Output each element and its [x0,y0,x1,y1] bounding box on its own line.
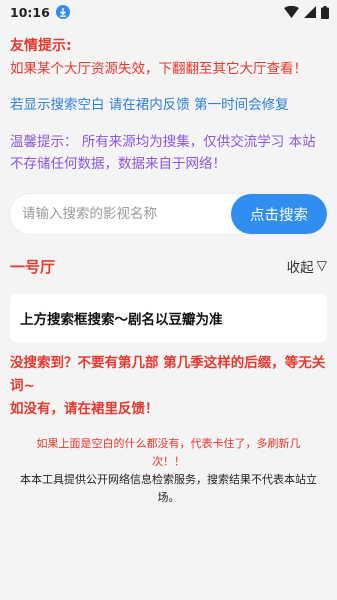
section-header: 一号厅 收起 ▽ [10,254,327,278]
status-left: 10:16 [10,5,70,20]
notice-hall-failover: 如果某个大厅资源失效，下翻翻至其它大厅查看！ [10,61,307,77]
search-button[interactable]: 点击搜索 [231,194,327,234]
main-content: 友情提示: 如果某个大厅资源失效，下翻翻至其它大厅查看！ 若显示搜索空白 请在裙… [0,36,337,507]
status-bar: 10:16 [0,0,337,24]
search-input[interactable] [10,194,231,234]
result-item-text: 上方搜索框搜索～剧名以豆瓣为准 [20,312,223,328]
result-item[interactable]: 上方搜索框搜索～剧名以豆瓣为准 [10,294,327,342]
wifi-icon [284,6,299,18]
notice-disclaimer: 温馨提示： 所有来源均为搜集，仅供交流学习 本站不存储任何数据，数据来自于网络！ [10,134,316,172]
collapse-toggle[interactable]: 收起 ▽ [287,256,327,276]
tip-no-results: 没搜索到？不要有第几部 第几季这样的后缀，等无关词~ [10,355,326,394]
signal-icon [304,6,316,18]
section-title: 一号厅 [10,257,56,276]
tip-feedback: 如没有，请在裙里反馈！ [10,401,159,417]
search-bar: 点击搜索 [10,194,327,234]
notice-feedback: 若显示搜索空白 请在裙内反馈 第一时间会修复 [10,97,289,113]
footer-disclaimer: 本本工具提供公开网络信息检索服务，搜索结果不代表本站立场。 [20,473,317,504]
collapse-label: 收起 [286,260,314,276]
chevron-down-icon: ▽ [316,258,327,274]
status-right [284,5,329,19]
download-icon [55,5,70,19]
notice-title: 友情提示: [10,38,72,54]
battery-icon [321,5,329,19]
status-time: 10:16 [10,4,50,20]
footer-refresh-hint: 如果上面是空白的什么都没有，代表卡住了，多刷新几次！！ [36,437,301,468]
